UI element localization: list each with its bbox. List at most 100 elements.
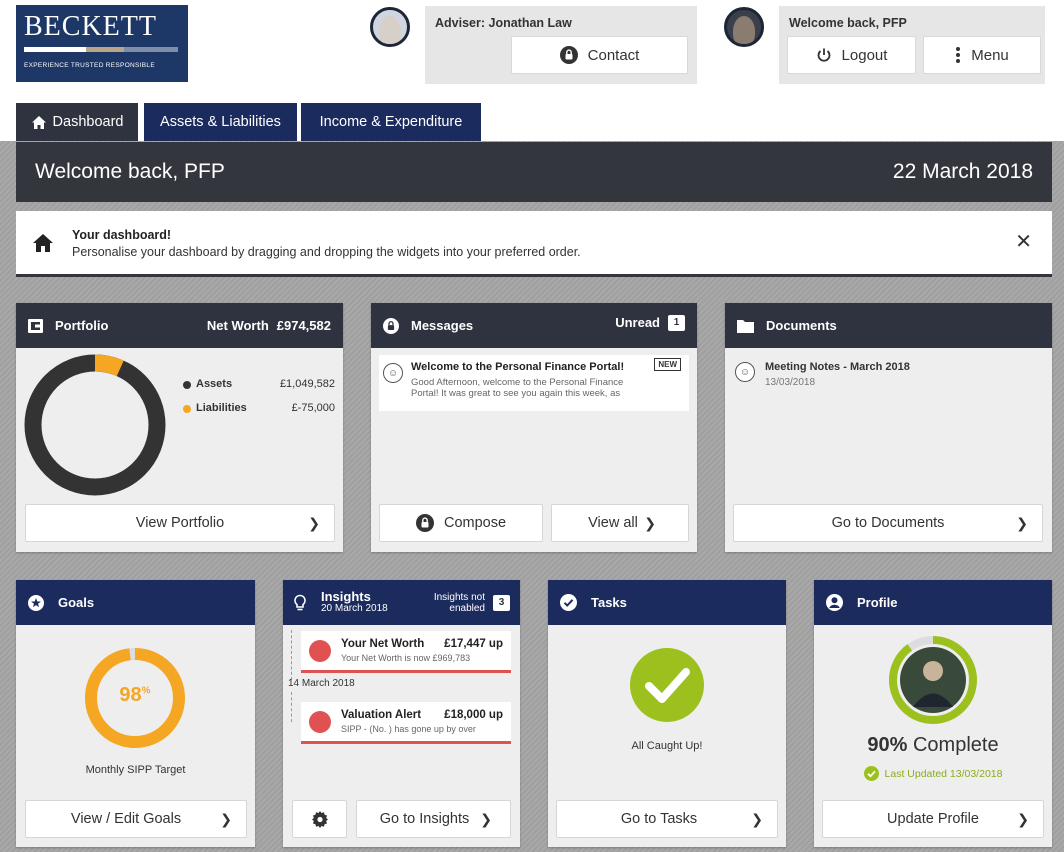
insight-card[interactable]: Your Net Worth £17,447 up Your Net Worth…	[301, 631, 511, 673]
net-worth-value: £974,582	[276, 318, 331, 333]
profile-complete-label: Complete	[912, 734, 999, 756]
insight-value: £18,000 up	[444, 709, 503, 721]
documents-header: Documents	[725, 303, 1052, 348]
tab-dashboard[interactable]: Dashboard	[16, 103, 138, 141]
view-all-messages-button[interactable]: View all ❯	[551, 504, 689, 542]
insight-title: Valuation Alert	[341, 709, 422, 721]
view-edit-goals-button[interactable]: View / Edit Goals ❯	[25, 800, 247, 838]
menu-label: Menu	[971, 46, 1009, 64]
update-profile-label: Update Profile	[887, 811, 979, 827]
welcome-bar: Welcome back, PFP 22 March 2018	[16, 142, 1052, 202]
portfolio-widget[interactable]: Portfolio Net Worth £974,582 Assets £1,0…	[16, 303, 343, 552]
legend-assets-value: £1,049,582	[279, 378, 335, 390]
insights-title: Insights	[321, 588, 371, 604]
view-portfolio-button[interactable]: View Portfolio ❯	[25, 504, 335, 542]
tab-assets-liabilities[interactable]: Assets & Liabilities	[144, 103, 297, 141]
donut-assets-ring	[24, 354, 166, 496]
legend-liabilities-label: Liabilities	[196, 402, 247, 414]
tasks-widget[interactable]: Tasks All Caught Up! Go to Tasks ❯	[548, 580, 786, 847]
tab-dashboard-label: Dashboard	[52, 114, 124, 130]
tab-income-expenditure-label: Income & Expenditure	[319, 114, 463, 130]
home-icon	[33, 234, 53, 252]
insights-status-line2: enabled	[449, 602, 485, 614]
go-to-tasks-button[interactable]: Go to Tasks ❯	[556, 800, 778, 838]
chevron-right-icon: ❯	[480, 810, 492, 827]
portfolio-title: Portfolio	[55, 318, 109, 333]
kebab-menu-icon	[956, 47, 961, 63]
unread-count-badge: 1	[668, 314, 685, 331]
beckett-logo[interactable]: BECKETT EXPERIENCE TRUSTED RESPONSIBLE	[16, 5, 188, 82]
user-avatar	[724, 7, 764, 47]
view-all-label: View all	[588, 515, 638, 531]
new-badge: NEW	[654, 358, 681, 371]
contact-button[interactable]: Contact	[511, 36, 688, 74]
lightbulb-icon	[294, 594, 306, 610]
gear-icon	[311, 811, 328, 828]
go-to-insights-label: Go to Insights	[379, 811, 470, 827]
chevron-right-icon: ❯	[1016, 514, 1028, 531]
go-to-documents-button[interactable]: Go to Documents ❯	[733, 504, 1043, 542]
view-edit-goals-label: View / Edit Goals	[70, 811, 182, 827]
tab-assets-liabilities-label: Assets & Liabilities	[160, 114, 281, 130]
net-worth-label: Net Worth	[206, 318, 269, 333]
chevron-right-icon: ❯	[644, 514, 656, 531]
legend-liabilities-value: £-75,000	[291, 402, 335, 414]
menu-button[interactable]: Menu	[923, 36, 1041, 74]
lock-icon	[383, 317, 399, 334]
insights-count-badge: 3	[493, 594, 510, 611]
messages-header: Messages Unread 1	[371, 303, 697, 348]
goal-percent-symbol: %	[141, 685, 151, 697]
compose-label: Compose	[443, 515, 507, 531]
welcome-title: Welcome back, PFP	[35, 160, 225, 183]
goals-widget[interactable]: Goals 98% Monthly SIPP Target View / Edi…	[16, 580, 255, 847]
portfolio-donut-chart	[24, 354, 166, 496]
profile-percent: 90%	[867, 734, 908, 756]
profile-progress-ring	[889, 636, 977, 724]
tasks-title: Tasks	[591, 595, 627, 610]
insights-settings-button[interactable]	[292, 800, 347, 838]
close-icon[interactable]: ✕	[1015, 229, 1032, 254]
goals-header: Goals	[16, 580, 255, 625]
insight-group-date: 14 March 2018	[288, 678, 355, 689]
document-title[interactable]: Meeting Notes - March 2018	[765, 361, 910, 373]
update-profile-button[interactable]: Update Profile ❯	[822, 800, 1044, 838]
logo-bars	[24, 47, 180, 52]
tab-income-expenditure[interactable]: Income & Expenditure	[301, 103, 481, 141]
compose-button[interactable]: Compose	[379, 504, 543, 542]
view-portfolio-label: View Portfolio	[135, 515, 225, 531]
user-circle-icon	[826, 594, 843, 611]
chevron-right-icon: ❯	[220, 810, 232, 827]
check-circle-icon	[863, 766, 879, 781]
lock-icon	[559, 46, 578, 64]
portfolio-header: Portfolio Net Worth £974,582	[16, 303, 343, 348]
logo-brand: BECKETT	[24, 11, 157, 42]
logout-button[interactable]: Logout	[787, 36, 916, 74]
go-to-insights-button[interactable]: Go to Insights ❯	[356, 800, 511, 838]
tasks-done-check-icon	[630, 648, 704, 722]
power-icon	[817, 48, 830, 62]
adviser-avatar	[370, 7, 410, 47]
chevron-right-icon: ❯	[1017, 810, 1029, 827]
insight-card[interactable]: Valuation Alert £18,000 up SIPP - (No. )…	[301, 702, 511, 744]
timeline-line	[291, 692, 292, 722]
logo-tagline: EXPERIENCE TRUSTED RESPONSIBLE	[24, 62, 155, 69]
logout-label: Logout	[841, 46, 888, 64]
contact-label: Contact	[587, 46, 640, 64]
document-date: 13/03/2018	[765, 377, 816, 388]
chevron-right-icon: ❯	[308, 514, 320, 531]
profile-header: Profile	[814, 580, 1052, 625]
dashboard-notice: Your dashboard! Personalise your dashboa…	[16, 211, 1052, 277]
insights-status-line1: Insights not	[433, 591, 485, 603]
legend-liabilities: Liabilities £-75,000	[183, 402, 335, 414]
unread-label: Unread	[615, 315, 660, 330]
goals-title: Goals	[58, 595, 95, 610]
profile-widget[interactable]: Profile 90% Complete Last Updated 13/03/…	[814, 580, 1052, 847]
message-item[interactable]: ☺ Welcome to the Personal Finance Portal…	[379, 355, 689, 411]
messages-widget[interactable]: Messages Unread 1 ☺ Welcome to the Perso…	[371, 303, 697, 552]
star-icon	[28, 594, 44, 611]
documents-widget[interactable]: Documents ☺ Meeting Notes - March 2018 1…	[725, 303, 1052, 552]
message-preview-line1: Good Afternoon, welcome to the Personal …	[411, 377, 624, 388]
current-date: 22 March 2018	[892, 160, 1033, 183]
home-icon	[31, 115, 46, 129]
insights-widget[interactable]: Insights 20 March 2018 Insights not enab…	[283, 580, 520, 847]
